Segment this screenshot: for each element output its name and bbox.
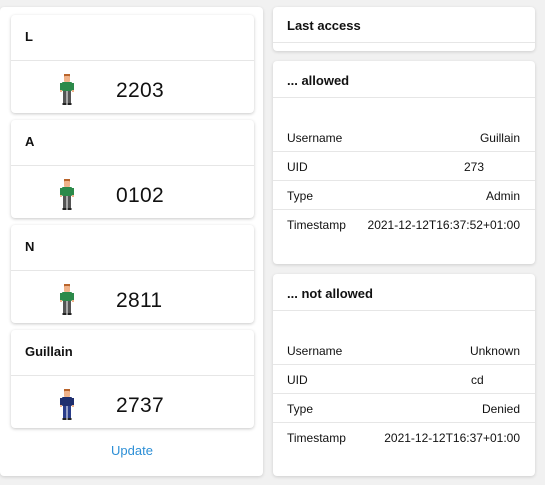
last-access-card: Last access [273,7,535,51]
info-row-type: Type Denied [273,394,535,423]
users-panel: L 2203 A 0102 N 2811 Guillain 2737 Updat… [0,7,263,476]
user-code: 0102 [116,184,164,207]
person-green-icon [60,74,74,111]
user-code: 2811 [116,289,163,312]
row-key: UID [287,373,308,387]
person-green-icon [60,179,74,216]
row-key: Username [287,344,343,358]
allowed-card: ... allowed Username Guillain UID 273 Ty… [273,61,535,264]
not-allowed-title: ... not allowed [287,286,373,301]
card-divider [273,310,535,311]
card-divider [11,60,254,61]
row-key: Timestamp [287,431,346,445]
row-value: Denied [481,402,520,416]
person-green-icon [60,284,74,321]
row-value: 273 [464,160,485,174]
row-value: 2021-12-12T16:37:52+01:00 [367,218,520,232]
card-divider [11,165,254,166]
info-row-username: Username Guillain [273,123,535,152]
user-card-l[interactable]: L 2203 [11,15,254,113]
info-row-uid: UID cd [273,365,535,394]
info-row-type: Type Admin [273,181,535,210]
user-code: 2203 [116,79,164,102]
info-row-timestamp: Timestamp 2021-12-12T16:37+01:00 [273,423,535,452]
user-card-n[interactable]: N 2811 [11,225,254,323]
info-row-timestamp: Timestamp 2021-12-12T16:37:52+01:00 [273,210,535,239]
user-card-title: N [25,239,35,254]
allowed-title: ... allowed [287,73,350,88]
user-card-guillain[interactable]: Guillain 2737 [11,330,254,428]
update-link[interactable]: Update [111,443,153,458]
info-row-uid: UID 273 [273,152,535,181]
row-value: Guillain [479,131,520,145]
user-card-title: Guillain [25,344,73,359]
user-card-title: L [25,29,33,44]
row-key: Type [287,189,314,203]
row-value: 2021-12-12T16:37+01:00 [384,431,520,445]
user-code: 2737 [116,394,164,417]
row-value: cd [471,373,484,387]
row-key: Username [287,131,343,145]
row-key: Type [287,402,314,416]
info-row-username: Username Unknown [273,336,535,365]
user-card-a[interactable]: A 0102 [11,120,254,218]
person-blue-icon [60,389,74,426]
card-divider [273,42,535,43]
card-divider [273,97,535,98]
user-card-title: A [25,134,35,149]
row-value: Admin [485,189,520,203]
not-allowed-card: ... not allowed Username Unknown UID cd … [273,274,535,476]
row-value: Unknown [469,344,520,358]
row-key: Timestamp [287,218,346,232]
card-divider [11,270,254,271]
row-key: UID [287,160,308,174]
card-divider [11,375,254,376]
last-access-title: Last access [287,18,361,33]
